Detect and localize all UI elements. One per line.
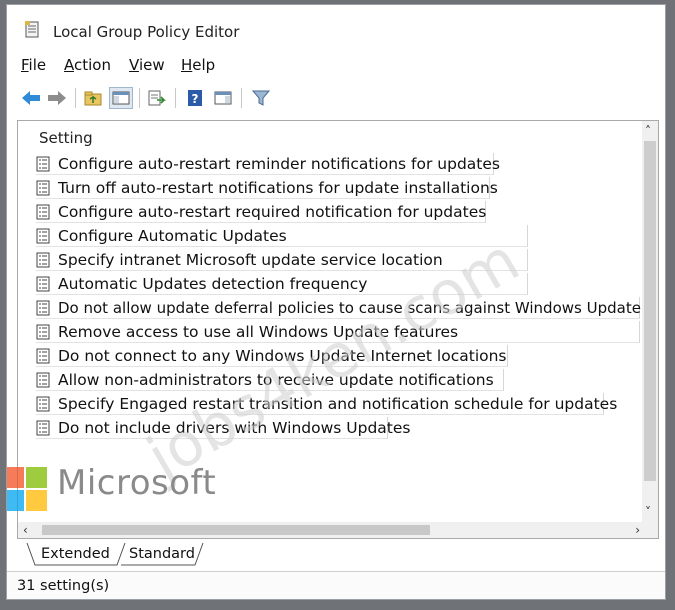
back-arrow-icon [22,91,40,105]
help-icon: ? [188,90,202,106]
menu-view[interactable]: View [129,56,165,74]
properties-pane-button[interactable] [211,87,235,109]
up-one-level-button[interactable] [81,87,105,109]
show-hide-tree-icon [112,91,130,105]
view-tabs: Extended Standard [25,543,325,567]
microsoft-watermark: Microsoft [7,463,247,521]
toolbar: ? [17,85,337,113]
gpedit-window: Local Group Policy Editor File Action Vi… [6,4,666,600]
forward-arrow-icon [48,91,66,105]
horizontal-scrollbar[interactable]: ‹ › [18,522,644,538]
filter-button[interactable] [249,87,273,109]
policy-setting-icon [36,204,50,219]
menu-file[interactable]: File [21,56,46,74]
back-button[interactable] [19,87,43,109]
show-hide-tree-button[interactable] [109,87,133,109]
policy-setting-icon [36,348,50,363]
policy-setting-icon [36,324,50,339]
policy-setting-icon [36,228,50,243]
list-item[interactable]: Do not connect to any Windows Update Int… [36,345,508,367]
list-item[interactable]: Automatic Updates detection frequency [36,273,528,295]
scroll-right-icon[interactable]: › [635,522,640,538]
policy-setting-icon [36,396,50,411]
title-bar: Local Group Policy Editor [7,5,665,45]
list-item[interactable]: Specify intranet Microsoft update servic… [36,249,528,271]
list-item[interactable]: Allow non-administrators to receive upda… [36,369,504,391]
properties-pane-icon [214,91,232,105]
tab-standard[interactable]: Standard [129,543,195,565]
microsoft-logo-icon [7,467,47,511]
menu-help[interactable]: Help [181,56,215,74]
menu-action[interactable]: Action [64,56,111,74]
scroll-left-icon[interactable]: ‹ [23,522,28,538]
policy-setting-icon [36,276,50,291]
column-header-setting[interactable]: Setting [39,129,93,147]
export-list-button[interactable] [145,87,169,109]
forward-button[interactable] [45,87,69,109]
policy-setting-icon [36,180,50,195]
settings-count: 31 setting(s) [17,578,110,594]
horizontal-scroll-thumb[interactable] [42,525,430,535]
policy-setting-icon [36,300,50,315]
svg-text:?: ? [192,92,199,106]
tab-extended[interactable]: Extended [41,543,110,565]
policy-setting-icon [36,372,50,387]
scroll-up-icon[interactable]: ˄ [645,123,651,139]
list-item[interactable]: Configure Automatic Updates [36,225,528,247]
filter-icon [252,90,270,106]
list-item[interactable]: Specify Engaged restart transition and n… [36,393,617,415]
list-item[interactable]: Do not allow update deferral policies to… [36,297,641,319]
list-item[interactable]: Configure auto-restart required notifica… [36,201,486,223]
list-item[interactable]: Do not include drivers with Windows Upda… [36,417,410,439]
list-item[interactable]: Remove access to use all Windows Update … [36,321,640,343]
policy-setting-icon [36,420,50,435]
list-item[interactable]: Configure auto-restart reminder notifica… [36,153,500,175]
window-title: Local Group Policy Editor [53,23,240,41]
help-button[interactable]: ? [183,87,207,109]
list-item[interactable]: Turn off auto-restart notifications for … [36,177,498,199]
status-bar: 31 setting(s) [7,571,665,599]
policy-setting-icon [36,156,50,171]
microsoft-wordmark: Microsoft [57,463,217,503]
export-list-icon [148,90,166,106]
up-folder-icon [84,91,102,106]
vertical-scrollbar[interactable]: ˄ ˅ [642,121,658,538]
policy-setting-icon [36,252,50,267]
policy-editor-app-icon [25,21,39,38]
vertical-scroll-thumb[interactable] [644,141,656,481]
scroll-down-icon[interactable]: ˅ [645,504,651,520]
